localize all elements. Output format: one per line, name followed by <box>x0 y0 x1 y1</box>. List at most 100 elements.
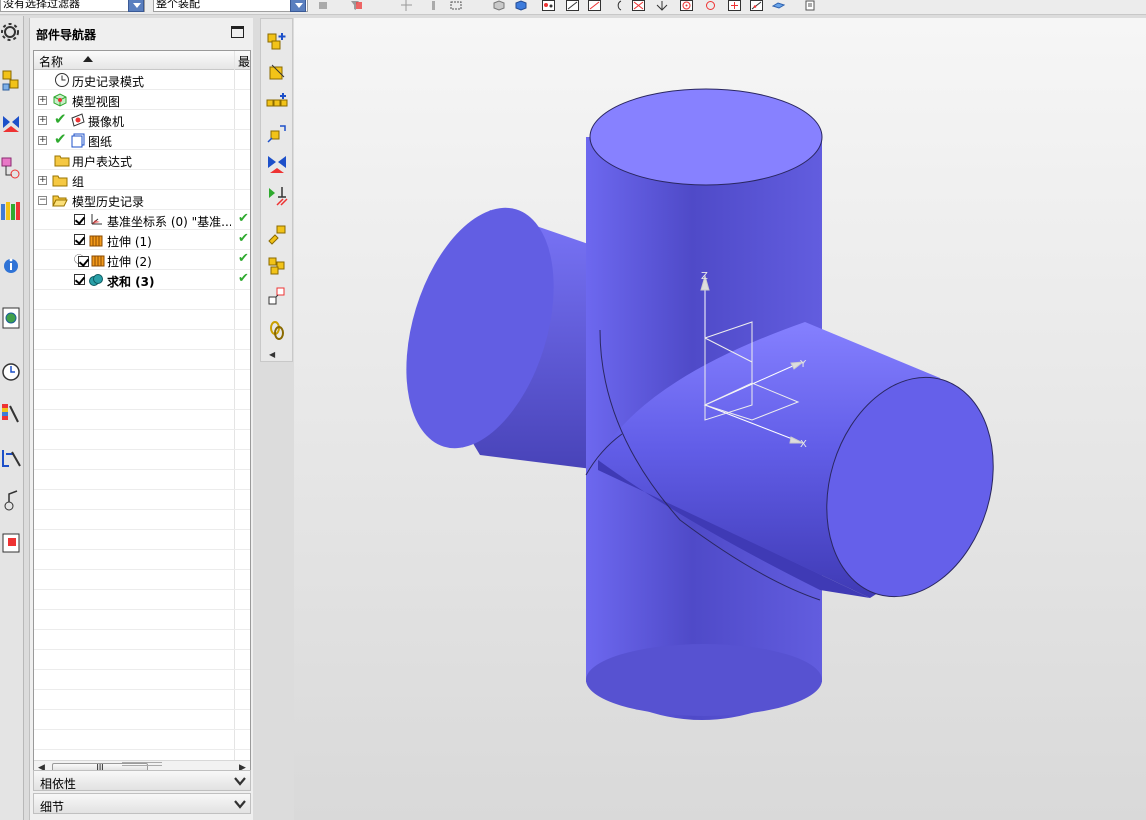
gear-icon[interactable] <box>0 18 23 48</box>
new-component-icon[interactable] <box>266 61 288 83</box>
tree-row-groups[interactable]: + 组 <box>34 170 250 190</box>
tree-row-label: 组 <box>72 175 85 189</box>
extrude-icon <box>89 235 103 247</box>
box-select-icon[interactable] <box>450 0 463 11</box>
open-folder-icon <box>52 195 68 207</box>
selection-scope-dropdown[interactable]: 整个装配 <box>153 0 308 12</box>
expand-plus-icon[interactable]: + <box>38 136 47 145</box>
model-views-icon <box>53 93 67 107</box>
selection-scope-value: 整个装配 <box>156 0 200 10</box>
roles-icon[interactable] <box>0 528 23 558</box>
snap-center-icon[interactable] <box>680 0 693 11</box>
column-header-latest[interactable]: 最 <box>238 53 250 70</box>
snap-on-curve-icon[interactable] <box>750 0 763 11</box>
visible-check-icon[interactable]: ✔ <box>54 131 68 147</box>
empty-row <box>34 290 250 310</box>
create-array-icon[interactable] <box>266 91 288 113</box>
snap-midpoint-icon[interactable] <box>588 0 601 11</box>
empty-row <box>34 530 250 550</box>
shaded-view-icon[interactable] <box>492 0 505 11</box>
empty-row <box>34 390 250 410</box>
empty-row <box>34 370 250 390</box>
snap-point-icon[interactable] <box>400 0 413 11</box>
maximize-icon[interactable] <box>231 26 244 38</box>
tree-row-extrude-1[interactable]: 拉伸 (1) ✔ <box>34 230 250 250</box>
tree-row-label: 摄像机 <box>88 115 125 129</box>
up-to-date-check-icon: ✔ <box>238 271 249 286</box>
tree-row-user-expressions[interactable]: 用户表达式 <box>34 150 250 170</box>
snap-quadrant-icon[interactable] <box>704 0 717 11</box>
tree-row-model-history[interactable]: − 模型历史记录 <box>34 190 250 210</box>
feature-checkbox[interactable] <box>74 214 85 225</box>
wave-geometry-linker-icon[interactable] <box>266 255 288 277</box>
add-component-icon[interactable] <box>266 29 288 51</box>
chevron-down-icon[interactable] <box>231 772 249 790</box>
snap-existing-point-icon[interactable] <box>728 0 741 11</box>
tree-row-cameras[interactable]: + ✔ 摄像机 <box>34 110 250 130</box>
empty-row <box>34 690 250 710</box>
chevron-down-icon[interactable] <box>231 795 249 813</box>
empty-row <box>34 490 250 510</box>
tree-row-history-mode[interactable]: 历史记录模式 <box>34 70 250 90</box>
assembly-navigator-icon[interactable] <box>0 66 23 96</box>
select-feature-icon[interactable] <box>318 0 331 11</box>
feature-checkbox[interactable] <box>74 234 85 245</box>
shaded-edges-icon[interactable] <box>514 0 527 11</box>
constraint-navigator-icon[interactable] <box>0 108 23 138</box>
process-studio-icon[interactable] <box>0 442 23 472</box>
web-browser-icon[interactable] <box>0 302 23 332</box>
selection-filter-chevron-down-icon[interactable] <box>128 0 144 12</box>
graphics-viewport[interactable]: Z Y X <box>294 18 1146 820</box>
manufacturing-wizard-icon[interactable] <box>0 486 23 516</box>
expand-plus-icon[interactable]: + <box>38 176 47 185</box>
show-constraints-icon[interactable] <box>266 185 288 207</box>
assembly-toolbar: ◀ <box>260 18 293 362</box>
panel-splitter[interactable] <box>122 762 162 766</box>
hd3d-tools-icon[interactable] <box>0 250 23 280</box>
model-canvas[interactable]: Z Y X <box>294 18 1146 820</box>
explosion-view-icon[interactable] <box>266 223 288 245</box>
empty-row <box>34 470 250 490</box>
empty-row <box>34 550 250 570</box>
snap-perpendicular-icon[interactable] <box>656 0 669 11</box>
assembly-constraints-icon[interactable] <box>266 153 288 175</box>
clock-icon <box>55 73 69 87</box>
expand-plus-icon[interactable]: + <box>38 96 47 105</box>
horizontal-cylinder-back[interactable] <box>380 190 600 470</box>
feature-checkbox[interactable] <box>74 274 85 285</box>
dependencies-section[interactable]: 相依性 <box>33 770 251 791</box>
history-clock-icon[interactable] <box>0 356 23 386</box>
link-chain-icon[interactable] <box>266 319 288 341</box>
reuse-library-icon[interactable] <box>0 196 23 226</box>
tree-row-extrude-2[interactable]: ⓘ 拉伸 (2) ✔ <box>34 250 250 270</box>
visible-check-icon[interactable]: ✔ <box>54 111 68 127</box>
snap-intersection-icon[interactable] <box>632 0 645 11</box>
snap-on-surface-icon[interactable] <box>772 0 785 11</box>
collapse-minus-icon[interactable]: − <box>38 196 47 205</box>
expand-plus-icon[interactable]: + <box>38 116 47 125</box>
snap-line-icon[interactable] <box>566 0 579 11</box>
assembly-sequence-icon[interactable] <box>266 285 288 307</box>
toolbar-options-icon[interactable] <box>804 0 817 11</box>
tree-row-unite-3[interactable]: 求和 (3) ✔ <box>34 270 250 290</box>
move-component-icon[interactable] <box>266 123 288 145</box>
sort-ascending-icon[interactable] <box>83 56 93 62</box>
tree-row-datum-csys[interactable]: 基准坐标系 (0) "基准... ✔ <box>34 210 250 230</box>
empty-row <box>34 310 250 330</box>
up-to-date-check-icon: ✔ <box>238 211 249 226</box>
details-section[interactable]: 细节 <box>33 793 251 814</box>
toolbar-overflow-icon[interactable]: ◀ <box>269 350 275 359</box>
filter-icon[interactable] <box>350 0 363 11</box>
feature-checkbox[interactable] <box>78 256 89 267</box>
select-all-icon[interactable] <box>428 0 441 11</box>
tree-row-label: 历史记录模式 <box>72 75 145 89</box>
selection-filter-dropdown[interactable]: 没有选择过滤器 <box>0 0 145 12</box>
selection-scope-chevron-down-icon[interactable] <box>290 0 306 12</box>
snap-endpoint-icon[interactable] <box>542 0 555 11</box>
tree-row-drawings[interactable]: + ✔ 图纸 <box>34 130 250 150</box>
column-header-name[interactable]: 名称 <box>39 53 63 70</box>
tree-row-model-views[interactable]: + 模型视图 <box>34 90 250 110</box>
part-navigator-icon[interactable] <box>0 152 23 182</box>
snap-arc-icon[interactable] <box>612 0 625 11</box>
system-visualization-icon[interactable] <box>0 398 23 428</box>
